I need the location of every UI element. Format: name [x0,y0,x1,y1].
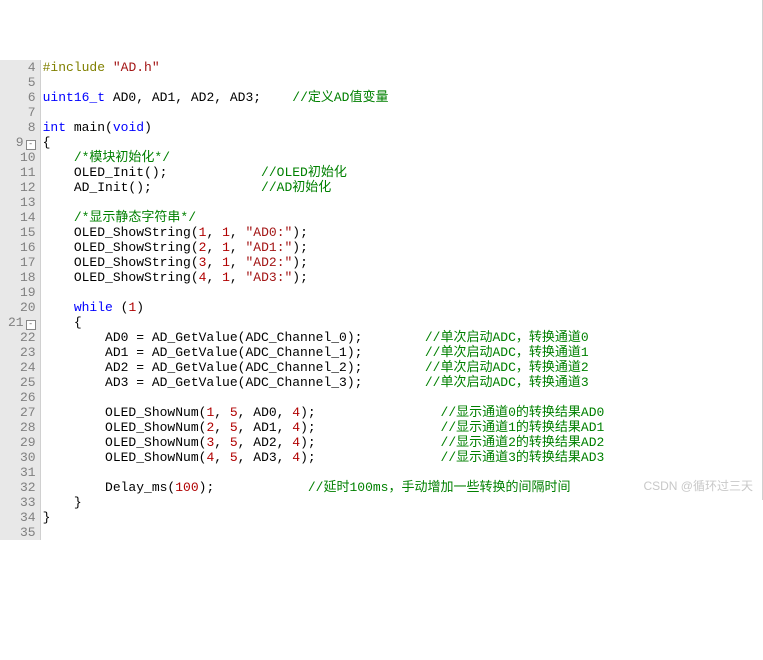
line-number: 27 [8,405,36,420]
code-area[interactable]: #include "AD.h" uint16_t AD0, AD1, AD2, … [41,60,763,540]
line-number: 13 [8,195,36,210]
code-line[interactable]: AD2 = AD_GetValue(ADC_Channel_2); //单次启动… [43,360,763,375]
line-number: 35 [8,525,36,540]
code-line[interactable]: OLED_ShowString(1, 1, "AD0:"); [43,225,763,240]
code-line[interactable]: OLED_ShowNum(3, 5, AD2, 4); //显示通道2的转换结果… [43,435,763,450]
line-number: 34 [8,510,36,525]
line-number: 6 [8,90,36,105]
line-number: 33 [8,495,36,510]
line-number: 17 [8,255,36,270]
code-line[interactable]: { [43,315,763,330]
code-line[interactable]: } [43,510,763,525]
code-line[interactable] [43,465,763,480]
code-line[interactable]: { [43,135,763,150]
code-line[interactable]: OLED_Init(); //OLED初始化 [43,165,763,180]
line-number: 16 [8,240,36,255]
line-number: 22 [8,330,36,345]
line-number: 24 [8,360,36,375]
line-number: 11 [8,165,36,180]
code-line[interactable] [43,525,763,540]
code-line[interactable] [43,105,763,120]
line-number: 14 [8,210,36,225]
line-number: 29 [8,435,36,450]
code-editor[interactable]: 456789-101112131415161718192021-22232425… [0,60,763,540]
line-number: 26 [8,390,36,405]
code-line[interactable] [43,195,763,210]
code-line[interactable]: uint16_t AD0, AD1, AD2, AD3; //定义AD值变量 [43,90,763,105]
line-number: 25 [8,375,36,390]
code-line[interactable]: int main(void) [43,120,763,135]
line-number: 8 [8,120,36,135]
line-number: 5 [8,75,36,90]
code-line[interactable]: AD0 = AD_GetValue(ADC_Channel_0); //单次启动… [43,330,763,345]
line-number: 19 [8,285,36,300]
code-line[interactable]: OLED_ShowString(2, 1, "AD1:"); [43,240,763,255]
line-number: 32 [8,480,36,495]
line-number: 7 [8,105,36,120]
code-line[interactable]: /*模块初始化*/ [43,150,763,165]
line-number: 4 [8,60,36,75]
line-number: 23 [8,345,36,360]
line-number: 9- [8,135,36,150]
line-number: 15 [8,225,36,240]
code-line[interactable]: OLED_ShowNum(4, 5, AD3, 4); //显示通道3的转换结果… [43,450,763,465]
code-line[interactable]: OLED_ShowNum(1, 5, AD0, 4); //显示通道0的转换结果… [43,405,763,420]
code-line[interactable]: AD1 = AD_GetValue(ADC_Channel_1); //单次启动… [43,345,763,360]
code-line[interactable]: while (1) [43,300,763,315]
code-line[interactable]: OLED_ShowString(3, 1, "AD2:"); [43,255,763,270]
line-number: 28 [8,420,36,435]
code-line[interactable] [43,75,763,90]
line-number: 10 [8,150,36,165]
line-number: 18 [8,270,36,285]
code-line[interactable]: OLED_ShowNum(2, 5, AD1, 4); //显示通道1的转换结果… [43,420,763,435]
line-number: 21- [8,315,36,330]
code-line[interactable]: } [43,495,763,510]
line-number: 30 [8,450,36,465]
line-number: 12 [8,180,36,195]
fold-toggle-icon[interactable]: - [26,140,36,150]
fold-toggle-icon[interactable]: - [26,320,36,330]
code-line[interactable]: AD_Init(); //AD初始化 [43,180,763,195]
code-line[interactable] [43,390,763,405]
watermark: CSDN @循环过三天 [643,479,753,494]
code-line[interactable] [43,285,763,300]
code-line[interactable]: /*显示静态字符串*/ [43,210,763,225]
code-line[interactable]: AD3 = AD_GetValue(ADC_Channel_3); //单次启动… [43,375,763,390]
line-number: 20 [8,300,36,315]
code-line[interactable]: OLED_ShowString(4, 1, "AD3:"); [43,270,763,285]
line-number: 31 [8,465,36,480]
code-line[interactable]: #include "AD.h" [43,60,763,75]
line-number-gutter: 456789-101112131415161718192021-22232425… [0,60,41,540]
